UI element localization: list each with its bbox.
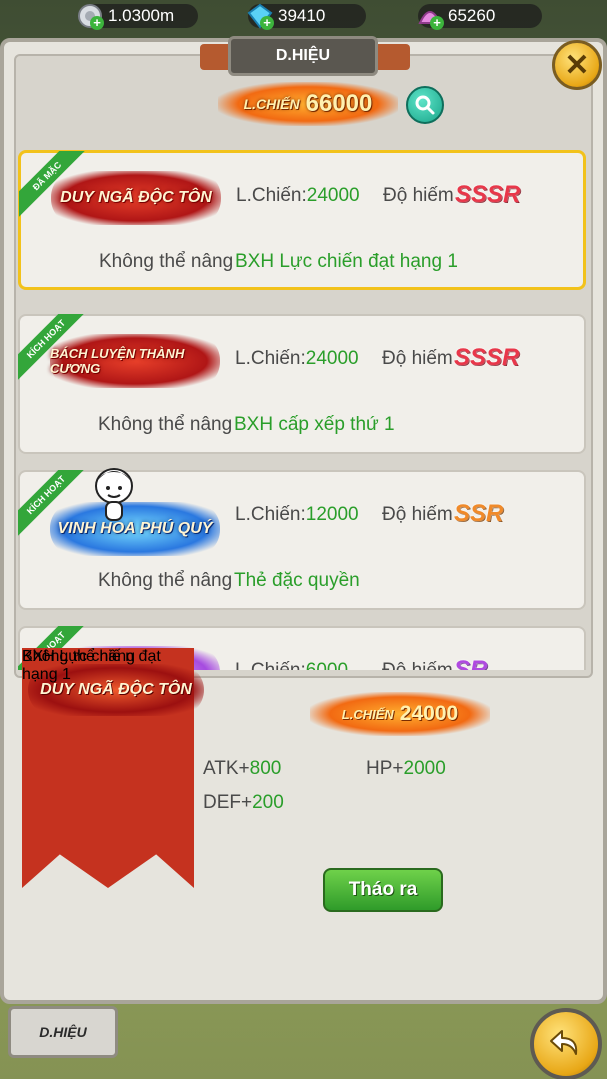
detail-power-label: L.CHIẾN xyxy=(341,706,394,722)
title-card-2[interactable]: KÍCH HOẠT BÁCH LUYỆN THÀNH CƯƠNG L.Chiến… xyxy=(18,314,586,454)
upgrade-status: Không thể nâng xyxy=(98,570,233,591)
shell-value: 65260 xyxy=(448,6,496,25)
detail-power: L.CHIẾN 24000 xyxy=(310,692,490,736)
currency-bar: + 1.0300m + 39410 + 65260 xyxy=(0,0,607,34)
close-icon: ✕ xyxy=(564,48,590,82)
upgrade-status: Không thể nâng xyxy=(98,414,233,435)
add-shell-icon[interactable]: + xyxy=(430,16,444,30)
close-button[interactable]: ✕ xyxy=(552,40,602,90)
title-card-1[interactable]: ĐÃ MẶC DUY NGÃ ĐỘC TÔN L.Chiến:24000 Độ … xyxy=(18,150,586,290)
back-arrow-icon xyxy=(550,1030,578,1055)
title-badge: DUY NGÃ ĐỘC TÔN xyxy=(51,171,221,225)
add-diamond-icon[interactable]: + xyxy=(260,16,274,30)
title-card-3[interactable]: KÍCH HOẠT VINH HOA PHÚ QUÝ L.Chiến:12000… xyxy=(18,468,586,610)
remove-title-button[interactable]: Tháo ra xyxy=(323,868,443,912)
rarity-label: Độ hiếm xyxy=(382,348,453,369)
diamond-value: 39410 xyxy=(278,6,326,25)
total-power: L.CHIẾN 66000 xyxy=(218,82,398,126)
rarity-label: Độ hiếm xyxy=(383,185,454,206)
search-button[interactable] xyxy=(406,86,444,124)
silver-value: 1.0300m xyxy=(108,6,175,25)
bottom-nav: D.HIỆU xyxy=(0,1004,607,1079)
detail-banner-content: DUY NGÃ ĐỘC TÔN BXH Lực chiế n đạt hạng … xyxy=(22,648,204,888)
panel-title: D.HIỆU xyxy=(228,36,378,76)
unlock-condition: BXH Lực chiến đạt hạng 1 xyxy=(235,251,458,272)
upgrade-status: Không thể nâng xyxy=(99,251,234,272)
rarity-tag: SSSR xyxy=(454,344,520,371)
unlock-condition: Thẻ đặc quyền xyxy=(234,570,360,591)
diamond-counter[interactable]: + 39410 xyxy=(247,3,366,30)
selected-title-detail: DUY NGÃ ĐỘC TÔN BXH Lực chiế n đạt hạng … xyxy=(10,648,593,948)
power-text: L.Chiến:24000 xyxy=(235,348,359,369)
add-silver-icon[interactable]: + xyxy=(90,16,104,30)
silver-counter[interactable]: + 1.0300m xyxy=(78,4,198,30)
unlock-condition: BXH cấp xếp thứ 1 xyxy=(234,414,395,435)
nav-tab-title[interactable]: D.HIỆU xyxy=(8,1006,118,1058)
title-list[interactable]: ĐÃ MẶC DUY NGÃ ĐỘC TÔN L.Chiến:24000 Độ … xyxy=(0,150,607,670)
back-button[interactable] xyxy=(530,1008,602,1079)
stat-atk: ATK+800 xyxy=(203,758,282,779)
mascot-icon xyxy=(95,468,133,521)
rarity-tag: SSSR xyxy=(455,181,521,208)
power-text: L.Chiến:24000 xyxy=(236,185,360,206)
detail-power-value: 24000 xyxy=(399,702,459,725)
detail-upgrade-status: Không thể nâng xyxy=(22,648,135,665)
rarity-tag: SSR xyxy=(454,500,504,527)
title-badge: BÁCH LUYỆN THÀNH CƯƠNG xyxy=(50,334,220,388)
rarity-label: Độ hiếm xyxy=(382,504,453,525)
shell-counter[interactable]: + 65260 xyxy=(418,4,542,30)
search-icon xyxy=(415,95,435,115)
total-power-label: L.CHIẾN xyxy=(243,96,300,112)
power-text: L.Chiến:12000 xyxy=(235,504,359,525)
stat-def: DEF+200 xyxy=(203,792,284,813)
total-power-value: 66000 xyxy=(305,90,373,117)
stat-hp: HP+2000 xyxy=(366,758,446,779)
